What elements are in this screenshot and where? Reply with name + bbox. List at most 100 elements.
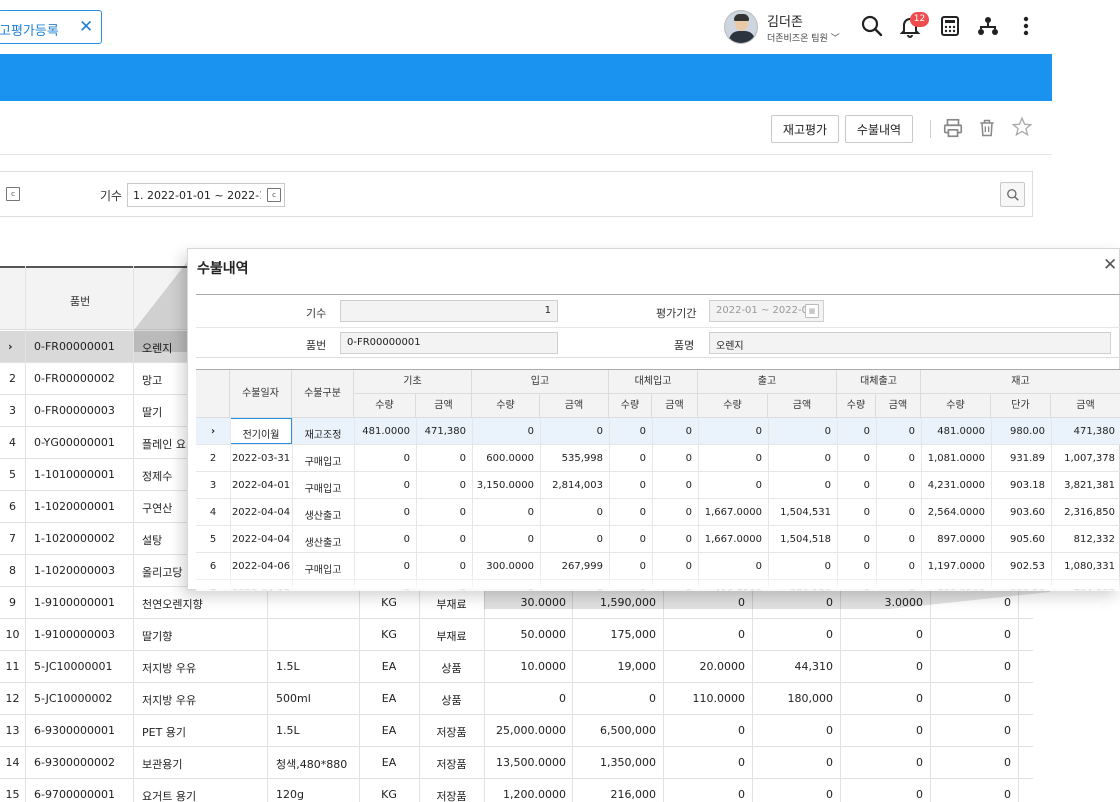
column-qty-2[interactable]: 수량 (472, 394, 540, 418)
table-row[interactable]: 12 5-JC10000002 저지방 우유 500ml EA 상품 0 0 110.0000 1… (0, 683, 1033, 715)
calculator-icon[interactable] (938, 14, 962, 38)
cell-no: 13 (5, 724, 20, 737)
cell-value: 0 (908, 480, 915, 491)
column-amt-7[interactable]: 금액 (768, 394, 837, 418)
cell-q2: 0 (738, 724, 745, 737)
avatar[interactable] (724, 10, 758, 44)
cell-value: 812,332 (1073, 534, 1115, 545)
cell-kind: 재고조정 (304, 430, 342, 441)
column-unit_price-11[interactable]: 단가 (991, 394, 1051, 418)
period-field[interactable]: 1 (340, 300, 558, 322)
table-row[interactable]: › 전기이월 재고조정 481.0000 471,380 0 0 0 0 0 0 0 0 481.0000… (196, 418, 1120, 445)
cell-value: 600.0000 (486, 453, 534, 464)
cell-code: 0-YG00000001 (34, 436, 115, 449)
cell-code: 1-9100000003 (34, 628, 115, 641)
cell-value: 0 (403, 480, 410, 491)
range-field[interactable]: 2022-01 ~ 2022-06 ▦ (709, 300, 824, 322)
table-row[interactable]: 14 6-9300000002 보관용기 청색,480*880 EA 저장품 13,500.… (0, 747, 1033, 779)
period-value: 1. 2022-01-01 ~ 2022-12-3. (133, 189, 261, 202)
more-vertical-icon[interactable] (1014, 14, 1038, 38)
cell-no: 5 (209, 534, 217, 545)
column-amt-12[interactable]: 금액 (1051, 394, 1120, 418)
cell-q3: 0 (916, 724, 923, 737)
org-chart-icon[interactable] (976, 14, 1000, 38)
cell-type: 부재료 (436, 598, 467, 611)
stock-evaluation-button[interactable]: 재고평가 (771, 115, 839, 143)
cell-value: 0 (459, 507, 466, 518)
code-field[interactable]: 0-FR00000001 (340, 332, 558, 354)
column-qty-10[interactable]: 수량 (921, 394, 991, 418)
history-dialog: 수불내역 ✕ 기수 1 평가기간 2022-01 ~ 2022-06 ▦ 품번 … (187, 248, 1120, 591)
column-date[interactable]: 수불일자 (230, 370, 292, 418)
column-kind[interactable]: 수불구분 (292, 370, 354, 418)
print-icon[interactable] (942, 117, 964, 139)
table-row[interactable]: 11 5-JC10000001 저지방 우유 1.5L EA 상품 10.0000 19,00… (0, 651, 1033, 683)
cell-value: 0 (824, 480, 831, 491)
group-alt-in: 대체입고 (609, 370, 698, 394)
cell-type: 저장품 (436, 790, 467, 802)
table-row[interactable]: 9 1-9100000001 천연오렌지향 KG 부재료 30.0000 1,590,000… (0, 587, 1033, 619)
cell-a3: 0 (1004, 596, 1011, 609)
name-field[interactable]: 오렌지 (709, 332, 1111, 354)
history-button[interactable]: 수불내역 (845, 115, 913, 143)
search-button[interactable] (1000, 182, 1025, 207)
column-qty-4[interactable]: 수량 (609, 394, 652, 418)
tab-close-icon[interactable]: ✕ (79, 17, 93, 37)
table-row[interactable]: 15 6-9700000001 요거트 용기 120g KG 저장품 1,200.0000 2… (0, 779, 1033, 802)
cell-code: 0-FR00000003 (34, 404, 115, 417)
user-name[interactable]: 김더존 (767, 11, 803, 30)
cell-unit: EA (381, 660, 397, 673)
column-amt-9[interactable]: 금액 (876, 394, 921, 418)
cell-value: 0 (596, 507, 603, 518)
cell-value: 1,081.0000 (927, 453, 985, 464)
column-item-code[interactable]: 품번 (70, 293, 90, 309)
grid-line (1051, 418, 1052, 591)
cell-q3: 0 (916, 628, 923, 641)
cell-value: 0 (639, 534, 646, 545)
table-row[interactable]: 13 6-9300000001 PET 용기 1.5L EA 저장품 25,000.0000… (0, 715, 1033, 747)
dialog-form: 기수 1 평가기간 2022-01 ~ 2022-06 ▦ 품번 0-FR000… (196, 294, 1120, 358)
cell-value: 0 (639, 426, 646, 437)
grid-line (416, 418, 417, 591)
table-row[interactable]: 4 2022-04-04 생산출고 0 0 0 0 0 0 1,667.0000 1,504,531… (196, 499, 1120, 526)
cell-code: 6-9700000001 (34, 788, 115, 801)
column-amt-1[interactable]: 금액 (416, 394, 472, 418)
star-icon[interactable] (1011, 116, 1033, 138)
grid-line (837, 418, 838, 591)
period-field[interactable]: 1. 2022-01-01 ~ 2022-12-3. c (127, 183, 285, 207)
column-amt-5[interactable]: 금액 (652, 394, 698, 418)
calendar-icon[interactable]: c (267, 188, 281, 202)
cell-q1: 50.0000 (520, 628, 567, 641)
table-row[interactable]: 10 1-9100000003 딸기향 KG 부재료 50.0000 175,000 0 0 0 0 (0, 619, 1033, 651)
tab-stock-evaluation[interactable]: 고평가등록 ✕ (0, 10, 102, 44)
cell-q3: 0 (916, 660, 923, 673)
search-filter: c 기수 1. 2022-01-01 ~ 2022-12-3. c (0, 171, 1033, 217)
calendar-icon[interactable]: c (6, 187, 20, 201)
cell-value: 0 (639, 453, 646, 464)
calendar-icon[interactable]: ▦ (805, 304, 819, 318)
grid-line (472, 418, 473, 591)
cell-value: 0 (596, 534, 603, 545)
cell-value: 1,007,378 (1064, 453, 1115, 464)
column-amt-3[interactable]: 금액 (540, 394, 609, 418)
cell-a2: 0 (826, 596, 833, 609)
close-icon[interactable]: ✕ (1103, 255, 1117, 275)
grid-line (292, 418, 293, 591)
column-qty-8[interactable]: 수량 (837, 394, 876, 418)
table-row[interactable]: 2 2022-03-31 구매입고 0 0 600.0000 535,998 0 0 0 0 0 0 1,… (196, 445, 1120, 472)
column-qty-0[interactable]: 수량 (354, 394, 416, 418)
cell-code: 0-FR00000001 (34, 340, 115, 353)
trash-icon[interactable] (977, 117, 997, 139)
table-row[interactable]: 5 2022-04-04 생산출고 0 0 0 0 0 0 1,667.0000 1,504,518… (196, 526, 1120, 553)
cell-value: 3,821,381 (1064, 480, 1115, 491)
cell-a1: 0 (649, 692, 656, 705)
user-team[interactable]: 더존비즈온 팀원 ﹀ (767, 31, 840, 44)
table-row[interactable]: 3 2022-04-01 구매입고 0 0 3,150.0000 2,814,003 0 0 0 0… (196, 472, 1120, 499)
cell-value: 0 (908, 507, 915, 518)
cell-a3: 0 (1004, 756, 1011, 769)
cell-code: 1-1020000003 (34, 564, 115, 577)
cell-value: 0 (459, 534, 466, 545)
cell-spec: 500ml (276, 692, 311, 705)
search-icon[interactable] (860, 14, 884, 38)
column-qty-6[interactable]: 수량 (698, 394, 768, 418)
